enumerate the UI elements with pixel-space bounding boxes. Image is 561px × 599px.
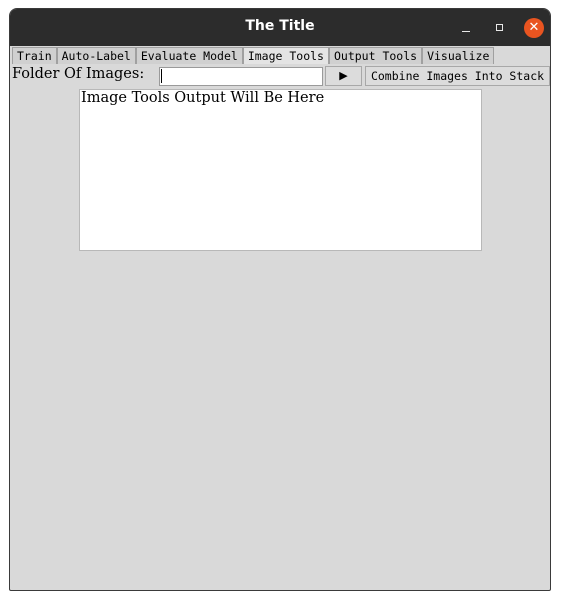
browse-folder-button[interactable]: ▶ [325,66,362,86]
maximize-button[interactable] [490,18,510,38]
tab-train[interactable]: Train [12,47,57,64]
tab-image-tools[interactable]: Image Tools [242,47,329,64]
folder-path-input[interactable] [159,67,323,86]
play-icon: ▶ [339,69,348,82]
tab-auto-label[interactable]: Auto-Label [56,47,136,64]
folder-of-images-label: Folder Of Images: [12,66,145,82]
minimize-icon [462,31,470,32]
combine-images-button[interactable]: Combine Images Into Stack [365,66,550,86]
minimize-button[interactable] [456,18,476,38]
close-icon: ✕ [528,20,540,35]
close-button[interactable]: ✕ [524,18,544,38]
tab-bar: Train Auto-Label Evaluate Model Image To… [12,47,495,64]
tab-output-tools[interactable]: Output Tools [328,47,423,64]
app-window: The Title ✕ Train Auto-Label Evaluate Mo… [9,8,551,591]
tab-visualize[interactable]: Visualize [422,47,495,64]
maximize-icon [496,24,503,31]
title-bar[interactable]: The Title ✕ [10,9,550,46]
text-cursor [161,69,162,83]
image-tools-output: Image Tools Output Will Be Here [79,89,482,251]
tab-evaluate-model[interactable]: Evaluate Model [135,47,243,64]
